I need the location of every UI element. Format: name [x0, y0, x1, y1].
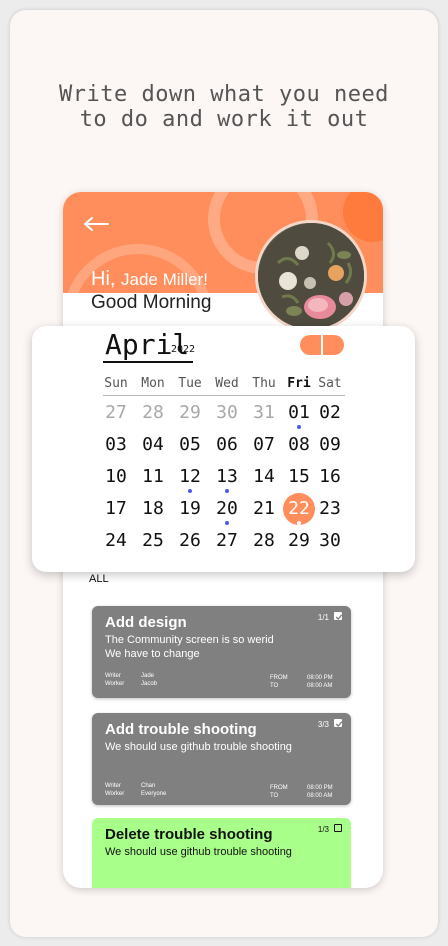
- writer-label: Writer: [105, 673, 121, 679]
- calendar-year: 2022: [171, 344, 196, 355]
- weekday-label: Sun: [104, 376, 128, 391]
- task-description-line: We should use github trouble shooting: [105, 741, 292, 753]
- writer-label: Writer: [105, 783, 121, 789]
- task-count: 1/3: [317, 825, 329, 834]
- user-name: Jade Miller!: [121, 270, 208, 289]
- worker-value: Everyone: [141, 791, 167, 797]
- event-dot: [297, 521, 301, 525]
- worker-label: Worker: [105, 791, 125, 797]
- calendar-day[interactable]: 16: [312, 463, 348, 491]
- calendar-day[interactable]: 09: [312, 431, 348, 459]
- task-count: 3/3: [317, 720, 329, 729]
- task-card[interactable]: Add design The Community screen is so we…: [92, 606, 351, 698]
- calendar-day[interactable]: 17: [98, 495, 134, 523]
- weekday-label: Tue: [178, 376, 202, 391]
- calendar-day[interactable]: 18: [135, 495, 171, 523]
- event-dot: [297, 425, 301, 429]
- calendar-day[interactable]: 11: [135, 463, 171, 491]
- worker-value: Jacob: [141, 681, 158, 687]
- event-dot: [188, 489, 192, 493]
- weekday-divider: [103, 395, 345, 396]
- calendar-day[interactable]: 07: [246, 431, 282, 459]
- weekday-label: Mon: [141, 376, 165, 391]
- worker-label: Worker: [105, 681, 125, 687]
- calendar-day[interactable]: 28: [246, 527, 282, 555]
- calendar-day[interactable]: 27: [98, 399, 134, 427]
- task-card[interactable]: Delete trouble shooting We should use gi…: [92, 818, 351, 888]
- from-label: FROM: [270, 785, 288, 791]
- task-count: 1/1: [317, 613, 329, 622]
- calendar-day[interactable]: 24: [98, 527, 134, 555]
- to-label: TO: [270, 793, 279, 799]
- task-title: Delete trouble shooting: [105, 826, 273, 843]
- from-label: FROM: [270, 675, 288, 681]
- writer-value: Jade: [141, 673, 155, 679]
- calendar-day[interactable]: 30: [209, 399, 245, 427]
- task-meta-values: Chan Everyone: [141, 782, 166, 798]
- checkbox-icon[interactable]: [334, 719, 343, 727]
- avatar[interactable]: [255, 220, 367, 332]
- calendar-day[interactable]: 30: [312, 527, 348, 555]
- calendar-day[interactable]: 03: [98, 431, 134, 459]
- greeting-hi: Hi, Jade Miller!: [91, 268, 208, 291]
- calendar-day[interactable]: 25: [135, 527, 171, 555]
- task-time-labels: FROM TO: [270, 674, 288, 690]
- to-value: 08:00 AM: [307, 793, 333, 799]
- task-description-line: We have to change: [105, 648, 200, 660]
- calendar-day[interactable]: 10: [98, 463, 134, 491]
- from-value: 08:00 PM: [307, 785, 333, 791]
- task-title: Add design: [105, 614, 187, 631]
- calendar-day[interactable]: 14: [246, 463, 282, 491]
- from-value: 08:00 PM: [307, 675, 333, 681]
- month-underline: [103, 361, 193, 363]
- weekday-label: Sat: [318, 376, 342, 391]
- calendar-day[interactable]: 13: [209, 463, 245, 491]
- task-description: The Community screen is so werid We have…: [105, 633, 274, 661]
- greeting-time: Good Morning: [91, 292, 212, 313]
- calendar-day[interactable]: 20: [209, 495, 245, 523]
- filter-all[interactable]: ALL: [89, 573, 109, 585]
- task-time-labels: FROM TO: [270, 784, 288, 800]
- event-dot: [225, 489, 229, 493]
- task-time-values: 08:00 PM 08:00 AM: [307, 784, 333, 800]
- to-value: 08:00 AM: [307, 683, 333, 689]
- to-label: TO: [270, 683, 279, 689]
- task-description: We should use github trouble shooting: [105, 740, 292, 754]
- calendar-day[interactable]: 19: [172, 495, 208, 523]
- headline-line-2: to do and work it out: [79, 107, 369, 132]
- calendar-day[interactable]: 26: [172, 527, 208, 555]
- calendar-day[interactable]: 27: [209, 527, 245, 555]
- weekday-label: Thu: [252, 376, 276, 391]
- headline-line-1: Write down what you need: [59, 82, 389, 107]
- writer-value: Chan: [141, 783, 156, 789]
- calendar-day[interactable]: 06: [209, 431, 245, 459]
- calendar-day[interactable]: 29: [172, 399, 208, 427]
- task-meta-labels: Writer Worker: [105, 782, 124, 798]
- calendar-card: April 2022 Sun Mon Tue Wed Thu Fri Sat 27 28 29 3…: [32, 326, 415, 572]
- checkbox-icon[interactable]: [334, 824, 342, 832]
- arrow-left-icon[interactable]: [83, 216, 109, 232]
- calendar-day[interactable]: 05: [172, 431, 208, 459]
- calendar-day[interactable]: 31: [246, 399, 282, 427]
- task-meta-labels: Writer Worker: [105, 672, 124, 688]
- calendar-day[interactable]: 12: [172, 463, 208, 491]
- task-description-line: The Community screen is so werid: [105, 634, 274, 646]
- calendar-day[interactable]: 23: [312, 495, 348, 523]
- greeting-hi-text: Hi,: [91, 268, 116, 290]
- task-description: We should use github trouble shooting: [105, 845, 292, 859]
- checkbox-icon[interactable]: [334, 612, 343, 620]
- pill-toggle-icon[interactable]: [300, 335, 344, 355]
- task-time-values: 08:00 PM 08:00 AM: [307, 674, 333, 690]
- task-title: Add trouble shooting: [105, 721, 257, 738]
- calendar-day[interactable]: 28: [135, 399, 171, 427]
- weekday-label: Wed: [215, 376, 239, 391]
- promo-headline: Write down what you need to do and work …: [10, 82, 438, 132]
- event-dot: [225, 521, 229, 525]
- task-meta-values: Jade Jacob: [141, 672, 157, 688]
- calendar-day[interactable]: 04: [135, 431, 171, 459]
- task-card[interactable]: Add trouble shooting We should use githu…: [92, 713, 351, 805]
- calendar-day[interactable]: 21: [246, 495, 282, 523]
- task-description-line: We should use github trouble shooting: [105, 846, 292, 858]
- calendar-day[interactable]: 02: [312, 399, 348, 427]
